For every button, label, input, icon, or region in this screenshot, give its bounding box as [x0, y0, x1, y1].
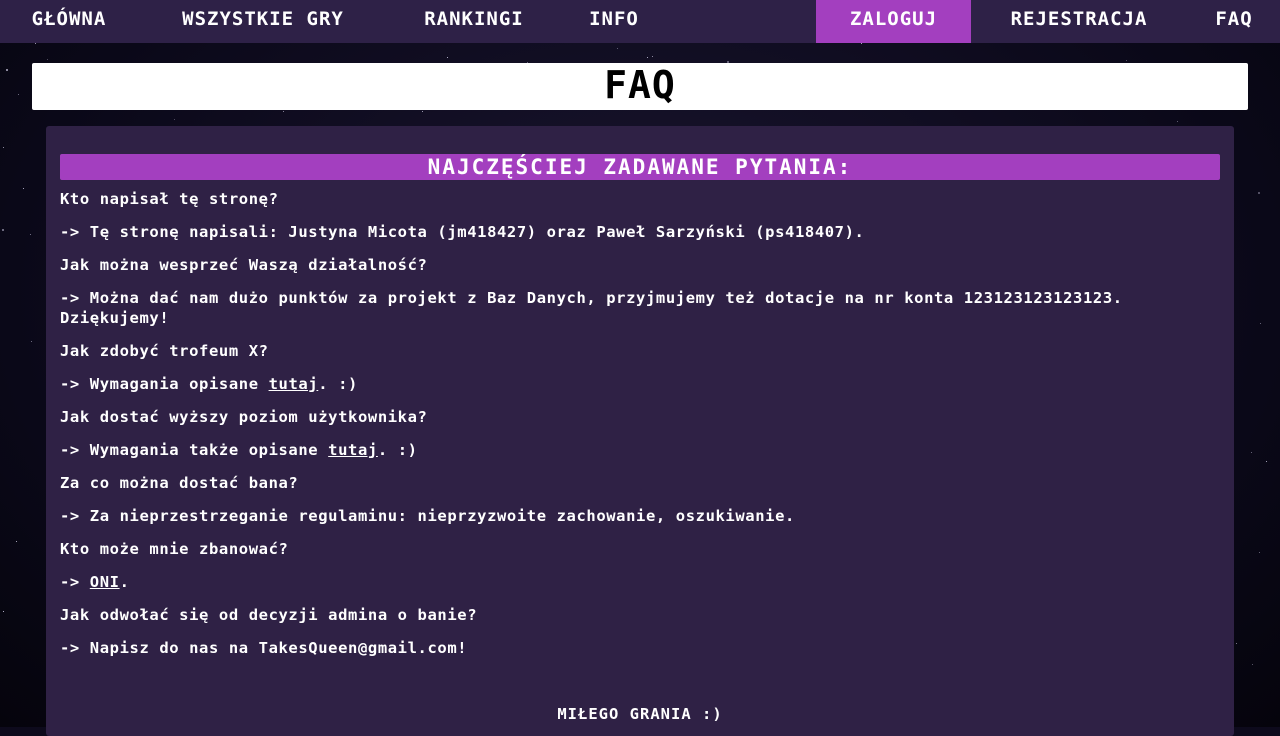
nav-info[interactable]: INFO — [572, 0, 656, 43]
star — [283, 111, 284, 112]
star — [174, 119, 175, 120]
star — [647, 57, 648, 58]
faq-answer-suffix: . — [119, 573, 130, 591]
star — [6, 69, 8, 71]
faq-panel: NAJCZĘŚCIEJ ZADAWANE PYTANIA: Kto napisa… — [46, 126, 1234, 736]
faq-question: Za co można dostać bana? — [60, 474, 299, 492]
faq-answer: -> Tę stronę napisali: Justyna Micota (j… — [60, 222, 1200, 242]
faq-answer: -> Napisz do nas na TakesQueen@gmail.com… — [60, 638, 1200, 658]
faq-answer-text: -> Tę stronę napisali: Justyna Micota (j… — [60, 223, 865, 241]
faq-answer: -> Można dać nam dużo punktów za projekt… — [60, 288, 1200, 328]
star — [35, 43, 36, 44]
faq-question: Jak zdobyć trofeum X? — [60, 342, 269, 360]
star — [1177, 121, 1178, 122]
page-title: FAQ — [604, 63, 676, 107]
page-title-box: FAQ — [32, 63, 1248, 110]
faq-question: Jak odwołać się od decyzji admina o bani… — [60, 606, 478, 624]
nav-all-games[interactable]: WSZYSTKIE GRY — [150, 0, 376, 43]
faq-answer-link[interactable]: tutaj — [328, 441, 378, 459]
faq-heading: NAJCZĘŚCIEJ ZADAWANE PYTANIA: — [60, 154, 1220, 180]
faq-answer-suffix: . :) — [377, 441, 418, 459]
star — [16, 541, 17, 542]
star — [1252, 664, 1253, 665]
star — [1258, 192, 1260, 194]
farewell-text: MIŁEGO GRANIA :) — [557, 705, 723, 723]
nav-register[interactable]: REJESTRACJA — [983, 0, 1175, 43]
star — [18, 94, 19, 95]
faq-question: Jak dostać wyższy poziom użytkownika? — [60, 408, 428, 426]
faq-answer-text: -> Można dać nam dużo punktów za projekt… — [60, 289, 1123, 327]
faq-question: Kto napisał tę stronę? — [60, 190, 279, 208]
star — [1251, 452, 1252, 453]
star — [617, 48, 618, 49]
faq-answer-suffix: . :) — [318, 375, 358, 393]
star — [30, 234, 31, 235]
star — [31, 341, 32, 342]
star — [3, 611, 4, 612]
star — [652, 56, 653, 57]
star — [1259, 552, 1260, 553]
faq-answer-text: -> Za nieprzestrzeganie regulaminu: niep… — [60, 507, 795, 525]
nav-home[interactable]: GŁÓWNA — [10, 0, 128, 43]
star — [422, 111, 423, 112]
faq-answer-text: -> Napisz do nas na TakesQueen@gmail.com… — [60, 639, 468, 657]
nav-faq[interactable]: FAQ — [1198, 0, 1270, 43]
faq-answer: -> Wymagania także opisane tutaj. :) — [60, 440, 1200, 460]
faq-question: Jak można wesprzeć Waszą działalność? — [60, 256, 428, 274]
star — [1236, 643, 1237, 644]
star — [447, 57, 448, 58]
faq-answer-link[interactable]: tutaj — [269, 375, 319, 393]
faq-answer: -> Za nieprzestrzeganie regulaminu: niep… — [60, 506, 1200, 526]
faq-question: Kto może mnie zbanować? — [60, 540, 289, 558]
star — [1260, 323, 1261, 324]
star — [1266, 461, 1267, 462]
faq-list: Kto napisał tę stronę? -> Tę stronę napis… — [60, 189, 1200, 671]
faq-answer-text: -> — [60, 573, 90, 591]
top-navigation: GŁÓWNA WSZYSTKIE GRY RANKINGI INFO ZALOG… — [0, 0, 1280, 43]
faq-answer-text: -> Wymagania opisane — [60, 375, 269, 393]
star — [47, 59, 48, 60]
star — [23, 188, 24, 189]
nav-rankings[interactable]: RANKINGI — [398, 0, 550, 43]
nav-login[interactable]: ZALOGUJ — [816, 0, 971, 43]
faq-answer-link[interactable]: ONI — [90, 573, 120, 591]
star — [2, 229, 4, 231]
star — [1126, 60, 1127, 61]
star — [861, 43, 862, 44]
faq-answer: -> ONI. — [60, 572, 1200, 592]
faq-answer: -> Wymagania opisane tutaj. :) — [60, 374, 1200, 394]
star — [3, 147, 4, 148]
faq-answer-text: -> Wymagania także opisane — [60, 441, 329, 459]
